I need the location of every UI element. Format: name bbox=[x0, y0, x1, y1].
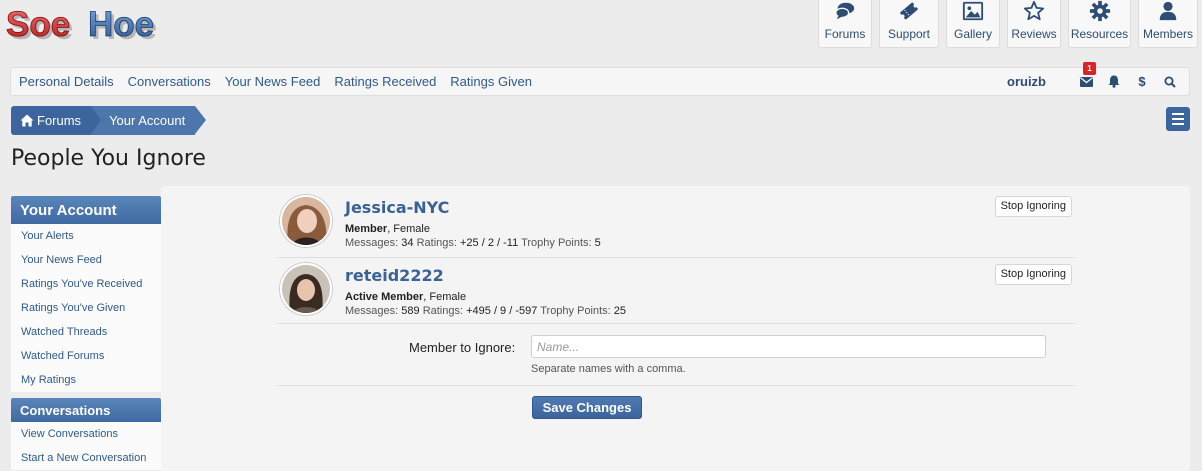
breadcrumb-your-account[interactable]: Your Account bbox=[91, 106, 207, 135]
stat-label: Ratings: bbox=[416, 237, 457, 249]
subnav-link-conversations[interactable]: Conversations bbox=[128, 74, 211, 89]
subnav-link-personal-details[interactable]: Personal Details bbox=[19, 74, 114, 89]
sidebar-conversations-block: Conversations View Conversations Start a… bbox=[11, 398, 161, 470]
donate-button[interactable]: $ bbox=[1135, 74, 1149, 89]
nav-tab-reviews[interactable]: Reviews bbox=[1007, 0, 1061, 48]
inbox-button[interactable]: 1 bbox=[1079, 61, 1096, 89]
breadcrumb-forums[interactable]: Forums bbox=[11, 106, 102, 135]
member-name-link[interactable]: reteid2222 bbox=[345, 266, 444, 285]
member-title-rank: Member bbox=[345, 223, 388, 235]
page-menu-button[interactable] bbox=[1166, 107, 1190, 131]
row-divider bbox=[277, 257, 1075, 258]
sidebar-item-ratings-given[interactable]: Ratings You've Given bbox=[11, 296, 161, 320]
form-divider bbox=[277, 385, 1075, 386]
nav-tab-label: Members bbox=[1142, 27, 1193, 41]
chat-icon bbox=[835, 2, 855, 20]
sidebar-item-view-conversations[interactable]: View Conversations bbox=[11, 422, 161, 446]
bell-icon bbox=[1108, 75, 1120, 88]
ticket-icon bbox=[900, 2, 918, 20]
sidebar-item-new-conversation[interactable]: Start a New Conversation bbox=[11, 446, 161, 470]
stat-label: Trophy Points: bbox=[521, 237, 592, 249]
stat-label: Trophy Points: bbox=[540, 305, 611, 317]
stat-label: Ratings: bbox=[422, 305, 464, 317]
top-nav: Forums Support Gallery Reviews Resources… bbox=[811, 0, 1198, 50]
sidebar-item-ratings-received[interactable]: Ratings You've Received bbox=[11, 272, 161, 296]
gear-icon bbox=[1089, 0, 1110, 22]
alerts-button[interactable] bbox=[1107, 75, 1121, 89]
breadcrumb: Forums Your Account bbox=[11, 106, 207, 135]
account-sidebar: Your Account Your Alerts Your News Feed … bbox=[11, 196, 161, 471]
breadcrumb-label: Your Account bbox=[109, 113, 186, 128]
sidebar-heading-your-account[interactable]: Your Account bbox=[11, 196, 161, 224]
stat-ratings: +495 / 9 / -597 bbox=[466, 305, 538, 317]
nav-tab-label: Resources bbox=[1070, 27, 1129, 41]
sidebar-item-watched-threads[interactable]: Watched Threads bbox=[11, 320, 161, 344]
site-logo[interactable]: Soe Soe Hoe Hoe bbox=[6, 6, 171, 46]
user-icon bbox=[1159, 1, 1177, 21]
inbox-badge: 1 bbox=[1083, 61, 1096, 75]
stat-label: Messages: bbox=[345, 305, 399, 317]
stat-trophy: 25 bbox=[613, 305, 627, 317]
svg-text:Hoe: Hoe bbox=[88, 6, 154, 44]
dollar-icon: $ bbox=[1138, 74, 1146, 89]
breadcrumb-label: Forums bbox=[37, 113, 82, 128]
member-name-link[interactable]: Jessica-NYC bbox=[345, 198, 449, 217]
sidebar-item-alerts[interactable]: Your Alerts bbox=[11, 224, 161, 248]
sidebar-heading-conversations[interactable]: Conversations bbox=[11, 398, 161, 422]
main-panel: Jessica-NYC Member, Female Messages: 34 … bbox=[161, 186, 1190, 471]
envelope-icon bbox=[1079, 76, 1093, 87]
stop-ignoring-button[interactable]: Stop Ignoring bbox=[994, 196, 1072, 217]
nav-tab-forums[interactable]: Forums bbox=[818, 0, 872, 48]
nav-tab-members[interactable]: Members bbox=[1138, 0, 1198, 48]
search-icon bbox=[1164, 76, 1176, 88]
member-to-ignore-label: Member to Ignore: bbox=[409, 340, 516, 355]
sidebar-account-block: Your Account Your Alerts Your News Feed … bbox=[11, 196, 161, 392]
nav-tab-resources[interactable]: Resources bbox=[1068, 0, 1131, 48]
nav-tab-label: Gallery bbox=[953, 27, 992, 41]
username-link[interactable]: oruizb bbox=[1007, 74, 1046, 89]
image-icon bbox=[962, 1, 984, 21]
member-stats: Messages: 34 Ratings: +25 / 2 / -11 Trop… bbox=[345, 237, 601, 249]
subnav-link-ratings-given[interactable]: Ratings Given bbox=[450, 74, 532, 89]
search-button[interactable] bbox=[1163, 75, 1177, 89]
nav-tab-support[interactable]: Support bbox=[879, 0, 939, 48]
member-stats: Messages: 589 Ratings: +495 / 9 / -597 T… bbox=[345, 305, 626, 317]
stat-ratings: +25 / 2 / -11 bbox=[460, 237, 519, 249]
stat-messages: 589 bbox=[401, 305, 420, 317]
sidebar-item-watched-forums[interactable]: Watched Forums bbox=[11, 344, 161, 368]
nav-tab-label: Forums bbox=[824, 27, 866, 41]
sidebar-item-my-ratings[interactable]: My Ratings bbox=[11, 368, 161, 392]
member-title: Member, Female bbox=[345, 223, 430, 235]
stop-ignoring-button[interactable]: Stop Ignoring bbox=[994, 264, 1072, 285]
avatar[interactable] bbox=[280, 195, 332, 247]
stat-messages: 34 bbox=[401, 237, 414, 249]
avatar[interactable] bbox=[280, 263, 332, 315]
member-title: Active Member, Female bbox=[345, 291, 466, 303]
member-title-rank: Active Member bbox=[345, 291, 424, 303]
nav-tab-label: Support bbox=[887, 27, 931, 41]
svg-text:Soe: Soe bbox=[6, 6, 70, 44]
nav-tab-gallery[interactable]: Gallery bbox=[946, 0, 1000, 48]
row-divider bbox=[277, 323, 1075, 324]
stat-label: Messages: bbox=[345, 237, 399, 249]
member-title-gender: , Female bbox=[423, 291, 467, 303]
menu-icon bbox=[1172, 113, 1184, 115]
stat-trophy: 5 bbox=[594, 237, 601, 249]
account-subnav: Personal Details Conversations Your News… bbox=[10, 61, 1190, 96]
member-to-ignore-input[interactable] bbox=[531, 335, 1046, 358]
nav-tab-label: Reviews bbox=[1011, 27, 1057, 41]
subnav-link-news-feed[interactable]: Your News Feed bbox=[225, 74, 321, 89]
subnav-link-ratings-received[interactable]: Ratings Received bbox=[334, 74, 436, 89]
save-changes-button[interactable]: Save Changes bbox=[532, 396, 642, 419]
member-title-gender: , Female bbox=[387, 223, 430, 235]
star-icon bbox=[1023, 0, 1045, 21]
sidebar-item-news-feed[interactable]: Your News Feed bbox=[11, 248, 161, 272]
home-icon bbox=[20, 114, 34, 127]
member-input-hint: Separate names with a comma. bbox=[531, 363, 686, 375]
page-title: People You Ignore bbox=[11, 146, 206, 171]
